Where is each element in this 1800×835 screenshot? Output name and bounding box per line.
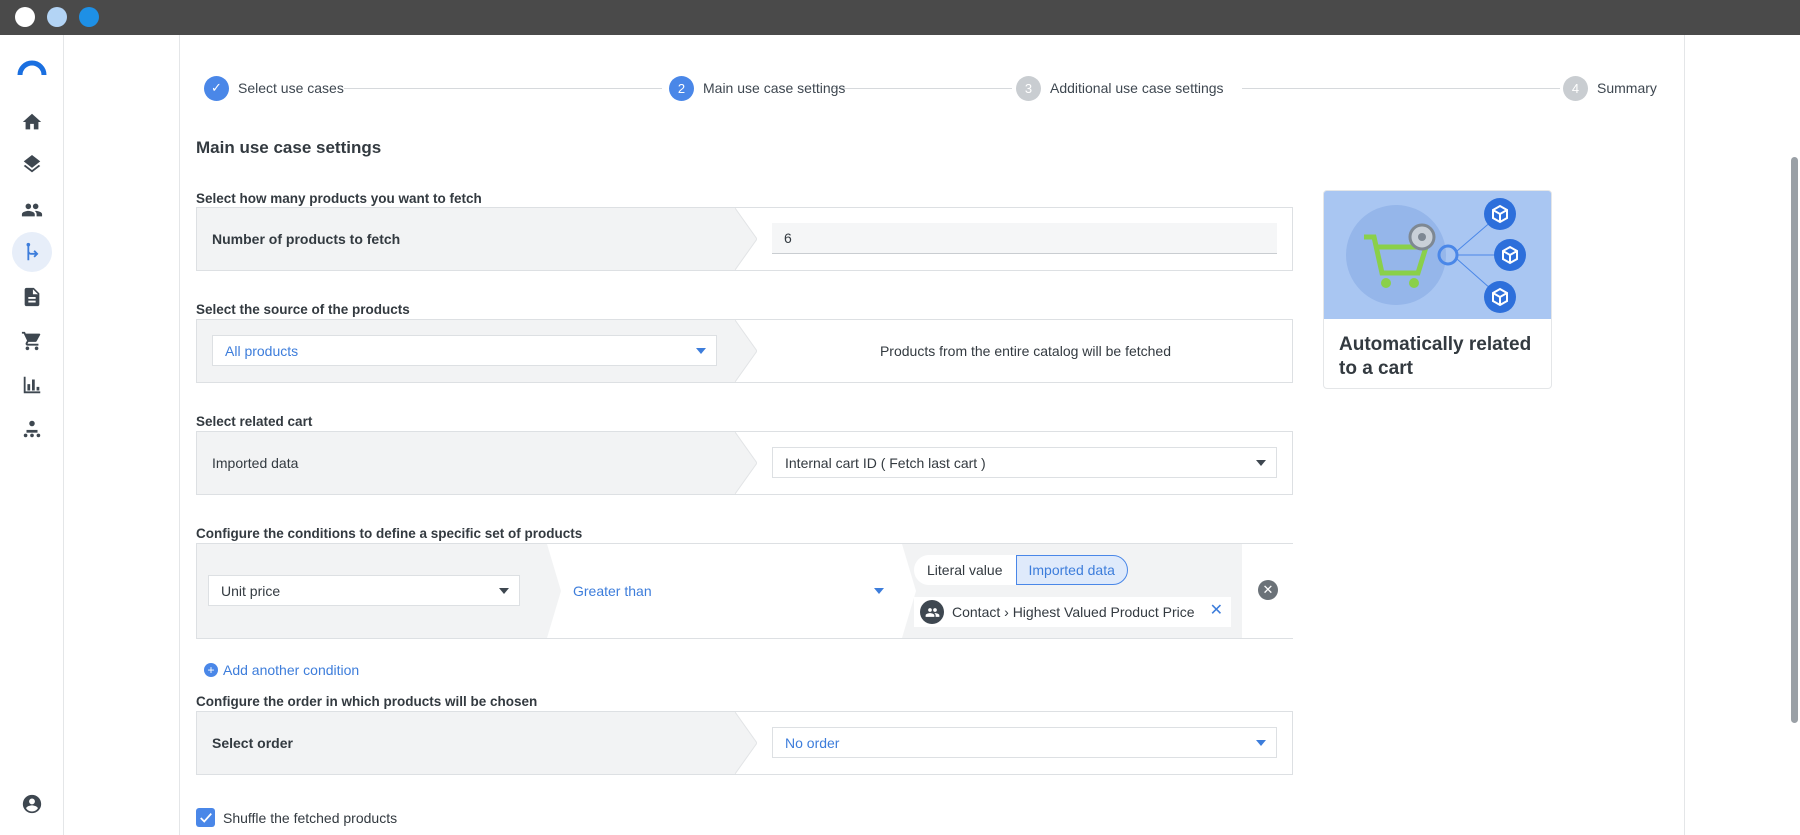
add-condition-button[interactable]: + Add another condition <box>204 662 359 678</box>
step-label: Additional use case settings <box>1050 80 1224 96</box>
step-connector <box>1242 88 1560 89</box>
conditions-heading: Configure the conditions to define a spe… <box>196 526 583 541</box>
page-scrollbar[interactable] <box>1791 157 1798 723</box>
condition-attribute-select[interactable]: Unit price <box>208 575 520 606</box>
step-label: Select use cases <box>238 80 344 96</box>
fetch-count-heading: Select how many products you want to fet… <box>196 191 482 206</box>
source-description: Products from the entire catalog will be… <box>879 343 1172 359</box>
step-summary[interactable]: 4 Summary <box>1563 75 1657 101</box>
row-arrow <box>533 544 547 638</box>
home-icon <box>22 113 42 130</box>
source-heading: Select the source of the products <box>196 302 410 317</box>
cart-network-illustration <box>1324 191 1551 319</box>
condition-operator-value: Greater than <box>573 582 652 599</box>
sidebar-item-layers[interactable] <box>12 146 52 186</box>
sidebar-item-analytics[interactable] <box>12 365 52 405</box>
row-arrow <box>735 432 757 494</box>
condition-value-chip[interactable]: Contact › Highest Valued Product Price ✕ <box>914 597 1231 627</box>
use-case-card-title: Automatically related to a cart <box>1339 334 1532 379</box>
order-row: Select order No order <box>196 711 1293 775</box>
chevron-down-icon <box>874 587 884 594</box>
source-select-value: All products <box>225 342 299 359</box>
sidebar-item-documents[interactable] <box>12 277 52 317</box>
order-select-value: No order <box>785 734 840 751</box>
condition-attribute-value: Unit price <box>221 582 281 599</box>
cart-source-label: Imported data <box>212 455 299 471</box>
window-minimize-dot[interactable] <box>47 7 67 27</box>
condition-operator-select[interactable]: Greater than <box>561 575 894 606</box>
step-number: 4 <box>1563 75 1588 101</box>
page-title: Main use case settings <box>196 138 382 157</box>
use-case-card: Automatically related to a cart <box>1323 190 1552 389</box>
literal-value-toggle[interactable]: Literal value <box>914 555 1016 585</box>
sidebar-item-flows[interactable] <box>12 232 52 272</box>
remove-condition-button[interactable]: ✕ <box>1258 580 1278 600</box>
chevron-down-icon <box>696 347 706 354</box>
org-icon <box>23 420 41 438</box>
plus-icon: + <box>204 663 218 677</box>
flow-icon <box>26 242 39 261</box>
window-titlebar <box>0 0 1800 35</box>
chevron-down-icon <box>1256 459 1266 466</box>
sidebar-item-people[interactable] <box>12 190 52 230</box>
fetch-count-label: Number of products to fetch <box>212 231 401 247</box>
brand-logo[interactable] <box>17 53 47 83</box>
cart-select-value: Internal cart ID ( Fetch last cart ) <box>785 454 986 471</box>
row-arrow <box>547 544 561 638</box>
row-arrow <box>735 208 757 270</box>
condition-value-text: Contact › Highest Valued Product Price <box>952 604 1195 620</box>
fetch-count-input[interactable]: 6 <box>772 223 1277 254</box>
sidebar-item-home[interactable] <box>12 102 52 142</box>
account-icon <box>22 794 42 814</box>
bar-chart-icon <box>23 376 41 394</box>
shuffle-option: Shuffle the fetched products <box>196 808 397 827</box>
sidebar-item-account[interactable] <box>12 784 52 824</box>
window-maximize-dot[interactable] <box>79 7 99 27</box>
shuffle-label: Shuffle the fetched products <box>223 809 398 826</box>
sidebar-item-cart[interactable] <box>12 321 52 361</box>
cart-row: Imported data Internal cart ID ( Fetch l… <box>196 431 1293 495</box>
step-number: 3 <box>1016 75 1041 101</box>
main-panel: ✓ Select use cases 2 Main use case setti… <box>179 35 1685 835</box>
cart-select[interactable]: Internal cart ID ( Fetch last cart ) <box>772 447 1277 478</box>
check-icon: ✓ <box>204 75 229 101</box>
window-close-dot[interactable] <box>15 7 35 27</box>
shuffle-checkbox[interactable] <box>196 808 215 827</box>
step-connector <box>832 88 1012 89</box>
step-connector <box>344 88 662 89</box>
add-condition-label: Add another condition <box>223 662 360 678</box>
order-label: Select order <box>212 735 293 751</box>
fetch-count-row: Number of products to fetch 6 <box>196 207 1293 271</box>
chevron-down-icon <box>499 587 509 594</box>
close-icon[interactable]: ✕ <box>1210 602 1223 620</box>
order-heading: Configure the order in which products wi… <box>196 694 538 709</box>
row-arrow <box>735 320 757 382</box>
value-type-toggle: Literal value Imported data <box>914 555 1128 585</box>
step-label: Main use case settings <box>703 80 846 96</box>
step-select-use-cases[interactable]: ✓ Select use cases <box>204 75 344 101</box>
step-main-settings[interactable]: 2 Main use case settings <box>669 75 845 101</box>
sidebar <box>0 35 64 835</box>
imported-data-toggle[interactable]: Imported data <box>1015 555 1128 585</box>
people-icon <box>21 203 43 217</box>
chevron-down-icon <box>1256 739 1266 746</box>
step-additional-settings[interactable]: 3 Additional use case settings <box>1016 75 1224 101</box>
condition-row: Unit price Greater than Literal value Im… <box>196 543 1294 639</box>
check-icon <box>199 812 212 823</box>
order-select[interactable]: No order <box>772 727 1277 758</box>
people-icon <box>920 600 944 624</box>
step-number: 2 <box>669 75 694 101</box>
document-icon <box>24 287 40 307</box>
row-arrow <box>735 712 757 774</box>
source-select[interactable]: All products <box>212 335 717 366</box>
wizard-stepper: ✓ Select use cases 2 Main use case setti… <box>204 75 1659 101</box>
sidebar-item-org[interactable] <box>12 409 52 449</box>
cart-heading: Select related cart <box>196 414 313 429</box>
step-label: Summary <box>1597 80 1657 96</box>
cart-icon <box>21 331 41 351</box>
source-row: All products Products from the entire ca… <box>196 319 1293 383</box>
layers-icon <box>23 155 41 173</box>
